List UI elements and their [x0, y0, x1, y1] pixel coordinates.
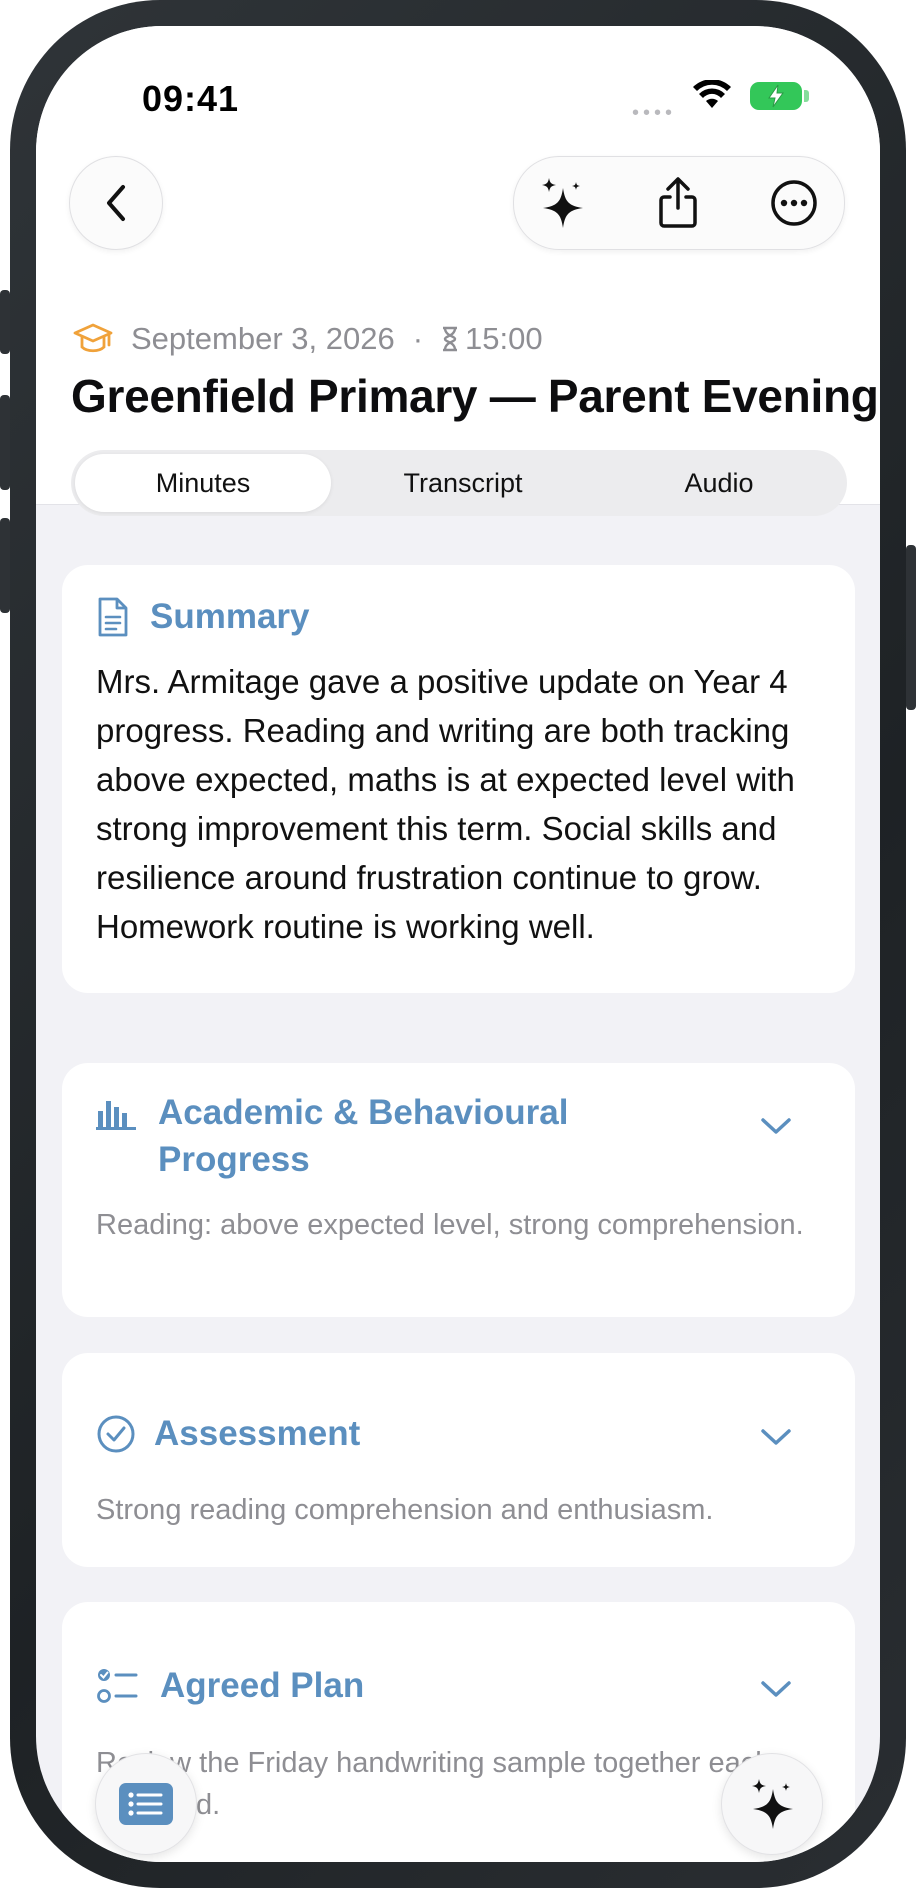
sparkles-icon [752, 1779, 793, 1829]
sparkles-icon [542, 178, 583, 228]
chevron-down-icon[interactable] [759, 1115, 793, 1137]
status-time: 09:41 [142, 78, 240, 119]
progress-header: Academic & Behavioural Progress [96, 1089, 598, 1183]
agreed-plan-preview: Review the Friday handwriting sample tog… [96, 1747, 771, 1821]
agreed-plan-title: Agreed Plan [160, 1666, 365, 1705]
assessment-preview: Strong reading comprehension and enthusi… [96, 1494, 714, 1526]
mute-switch [0, 290, 10, 354]
tab-minutes[interactable]: Minutes [75, 454, 331, 512]
actions-pill [513, 156, 845, 250]
progress-title: Academic & Behavioural Progress [158, 1093, 569, 1179]
more-button[interactable] [754, 157, 834, 249]
checkmark-circle-icon [97, 1415, 135, 1453]
meta-separator: · [412, 321, 424, 356]
section-card-assessment[interactable]: Assessment Strong reading comprehension … [62, 1353, 855, 1567]
meeting-date: September 3, 2026 [131, 321, 395, 356]
assessment-header: Assessment [96, 1410, 360, 1457]
checklist-icon [97, 1669, 138, 1703]
chevron-down-icon[interactable] [759, 1678, 793, 1700]
tab-bar: Minutes Transcript Audio [71, 450, 847, 516]
summary-text: Mrs. Armitage gave a positive update on … [96, 663, 795, 945]
bar-chart-icon [96, 1101, 136, 1130]
list-icon [119, 1783, 173, 1825]
page-title: Greenfield Primary — Parent Evening [71, 370, 879, 422]
cellular-signal-icon: •••• [632, 102, 677, 124]
tab-transcript[interactable]: Transcript [335, 450, 591, 516]
section-card-progress[interactable]: Academic & Behavioural Progress Reading:… [62, 1063, 855, 1317]
battery-icon [750, 82, 802, 110]
progress-preview: Reading: above expected level, strong co… [96, 1209, 804, 1241]
document-icon [98, 597, 128, 637]
notes-list-button[interactable] [95, 1753, 197, 1855]
tab-audio[interactable]: Audio [591, 450, 847, 516]
hourglass-icon [443, 326, 458, 352]
back-button[interactable] [69, 156, 163, 250]
volume-up-button [0, 395, 10, 490]
summary-card: Summary Mrs. Armitage gave a positive up… [62, 565, 855, 993]
graduation-cap-icon [73, 323, 113, 353]
phone-frame: 09:41 •••• September 3, 2026 · 15:00 Gre… [0, 0, 916, 1888]
wifi-icon [693, 80, 731, 108]
ai-assistant-button[interactable] [721, 1753, 823, 1855]
chevron-left-icon [107, 185, 125, 221]
summary-title: Summary [150, 597, 310, 636]
battery-tip [804, 90, 809, 102]
assessment-title: Assessment [154, 1414, 361, 1453]
chevron-down-icon[interactable] [759, 1426, 793, 1448]
summary-header: Summary [96, 593, 310, 640]
agreed-plan-header: Agreed Plan [96, 1662, 364, 1709]
share-button[interactable] [638, 157, 718, 249]
screen: 09:41 •••• September 3, 2026 · 15:00 Gre… [36, 26, 880, 1862]
meeting-meta: September 3, 2026 · 15:00 [73, 321, 543, 357]
header-area: 09:41 •••• September 3, 2026 · 15:00 Gre… [36, 26, 880, 505]
meeting-duration: 15:00 [465, 321, 543, 356]
ai-assist-button[interactable] [522, 157, 602, 249]
more-icon [771, 180, 817, 226]
volume-down-button [0, 518, 10, 613]
share-icon [659, 177, 697, 228]
power-button [906, 545, 916, 710]
